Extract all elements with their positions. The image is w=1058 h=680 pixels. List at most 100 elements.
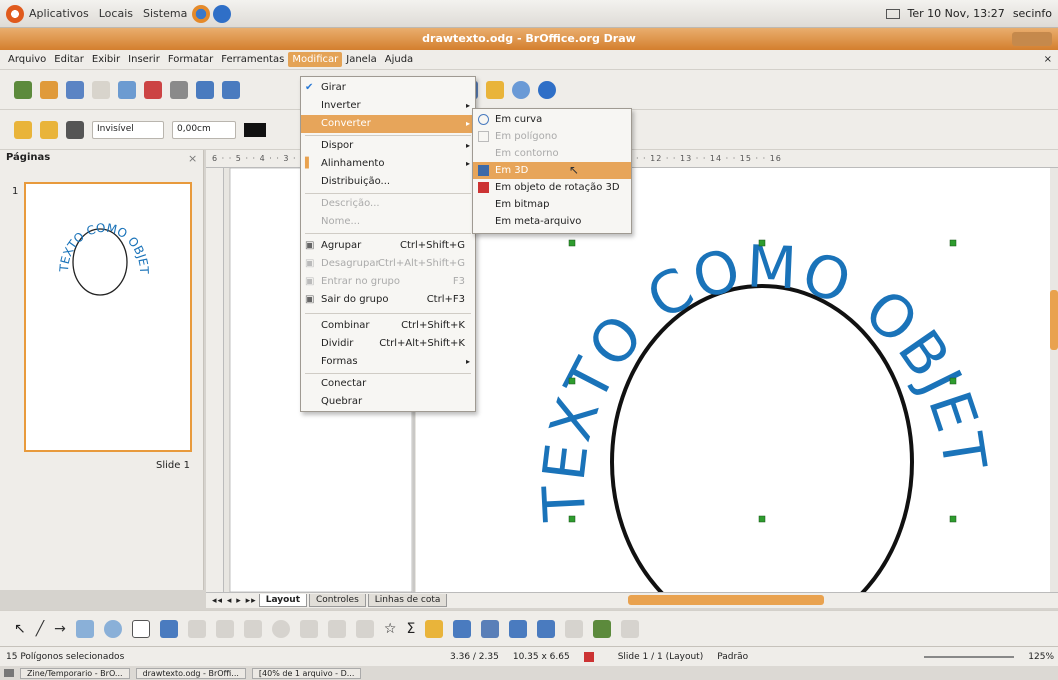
- user-menu[interactable]: secinfo: [1013, 7, 1052, 20]
- line-icon[interactable]: [40, 120, 58, 139]
- open-icon[interactable]: [40, 80, 58, 99]
- help-icon[interactable]: [538, 80, 556, 99]
- ellipse-icon[interactable]: [103, 619, 122, 638]
- horizontal-scroll-thumb[interactable]: [628, 595, 824, 605]
- window-titlebar[interactable]: drawtexto.odg - BrOffice.org Draw: [0, 28, 1058, 50]
- autospell-icon[interactable]: [222, 80, 240, 99]
- arrow-line-icon[interactable]: →: [54, 621, 66, 637]
- menu-inverter[interactable]: Inverter ▸: [301, 97, 475, 115]
- close-document-icon[interactable]: ×: [1044, 54, 1052, 65]
- menu-girar[interactable]: ✔ Girar: [301, 79, 475, 97]
- menu-agrupar[interactable]: ▣ Agrupar Ctrl+Shift+G: [301, 237, 475, 255]
- curve-icon[interactable]: [159, 619, 178, 638]
- menu-distribuicao[interactable]: Distribuição...: [301, 173, 475, 191]
- firefox-icon[interactable]: [192, 4, 211, 23]
- flowchart-icon[interactable]: [327, 619, 346, 638]
- line-style-select[interactable]: Invisível: [92, 120, 164, 139]
- slide-thumbnail[interactable]: TEXTO COMO OBJETO: [21, 173, 192, 452]
- show-desktop-icon[interactable]: [4, 669, 14, 677]
- gallery-icon[interactable]: [486, 80, 504, 99]
- save-icon[interactable]: [66, 80, 84, 99]
- lines-arrows-icon[interactable]: [215, 619, 234, 638]
- help-icon[interactable]: [213, 4, 232, 23]
- ubuntu-logo-icon[interactable]: [6, 4, 24, 23]
- zoom-icon[interactable]: [512, 80, 530, 99]
- vertical-ruler[interactable]: [206, 168, 224, 592]
- mail-icon[interactable]: [885, 8, 900, 19]
- tab-layout[interactable]: Layout: [258, 594, 307, 607]
- menu-modificar[interactable]: Modificar: [288, 52, 343, 67]
- email-icon[interactable]: [92, 80, 110, 99]
- text-tool-icon[interactable]: [131, 619, 150, 638]
- image-icon[interactable]: [481, 619, 500, 638]
- select-icon[interactable]: ↖: [14, 621, 26, 637]
- menu-arquivo[interactable]: Arquivo: [4, 52, 50, 67]
- menu-combinar[interactable]: Combinar Ctrl+Shift+K: [301, 317, 475, 335]
- arrow-style-icon[interactable]: [66, 120, 84, 139]
- tab-nav-arrows[interactable]: ◂◂ ◂ ▸ ▸▸: [212, 596, 257, 606]
- menu-em-poligono[interactable]: Em polígono: [473, 128, 631, 145]
- menu-alinhamento[interactable]: ▌ Alinhamento ▸: [301, 155, 475, 173]
- menu-descricao[interactable]: Descrição...: [301, 195, 475, 213]
- basic-shapes-icon[interactable]: [243, 619, 262, 638]
- menu-formatar[interactable]: Formatar: [164, 52, 217, 67]
- system-menu[interactable]: Sistema: [138, 7, 192, 20]
- 3d-objects-icon[interactable]: [509, 619, 528, 638]
- symbol-shapes-icon[interactable]: [271, 619, 290, 638]
- tab-linhas-de-cota[interactable]: Linhas de cota: [367, 594, 448, 607]
- menu-formas[interactable]: Formas ▸: [301, 353, 475, 371]
- stars-icon[interactable]: ☆: [384, 621, 397, 637]
- menu-em-curva[interactable]: Em curva: [473, 111, 631, 128]
- menu-converter[interactable]: Converter ▸: [301, 115, 475, 133]
- menu-entrar-no-grupo[interactable]: ▣ Entrar no grupo F3: [301, 273, 475, 291]
- arrange-icon[interactable]: [593, 619, 612, 638]
- menu-em-objeto-rotacao-3d[interactable]: Em objeto de rotação 3D: [473, 179, 631, 196]
- edit-file-icon[interactable]: [118, 80, 136, 99]
- line-tool-icon[interactable]: ╱: [36, 621, 44, 637]
- styles-icon[interactable]: [14, 120, 32, 139]
- line-color-swatch[interactable]: [244, 122, 266, 137]
- close-panel-icon[interactable]: ×: [188, 152, 197, 165]
- zoom-slider[interactable]: [924, 655, 1015, 658]
- applications-menu[interactable]: Aplicativos: [24, 7, 94, 20]
- menu-ferramentas[interactable]: Ferramentas: [217, 52, 288, 67]
- task-copy-progress[interactable]: [40% de 1 arquivo - D...: [251, 667, 362, 679]
- task-drawtexto[interactable]: drawtexto.odg - BrOffi...: [135, 667, 246, 679]
- rectangle-icon[interactable]: [75, 619, 94, 638]
- line-width-field[interactable]: 0,00cm: [172, 120, 236, 139]
- menu-conectar[interactable]: Conectar: [301, 375, 475, 393]
- align-icon[interactable]: [565, 619, 584, 638]
- menu-nome[interactable]: Nome...: [301, 213, 475, 231]
- points-icon[interactable]: Σ: [406, 621, 415, 637]
- menu-em-contorno[interactable]: Em contorno: [473, 145, 631, 162]
- vertical-scrollbar[interactable]: [1050, 168, 1058, 592]
- menu-exibir[interactable]: Exibir: [88, 52, 124, 67]
- menu-em-meta-arquivo[interactable]: Em meta-arquivo: [473, 213, 631, 230]
- block-arrows-icon[interactable]: [299, 619, 318, 638]
- glue-points-icon[interactable]: [425, 619, 444, 638]
- menu-janela[interactable]: Janela: [342, 52, 380, 67]
- menu-inserir[interactable]: Inserir: [124, 52, 164, 67]
- spellcheck-icon[interactable]: [196, 80, 214, 99]
- clock[interactable]: Ter 10 Nov, 13:27: [908, 7, 1005, 20]
- print-icon[interactable]: [170, 80, 188, 99]
- menu-desagrupar[interactable]: ▣ Desagrupar Ctrl+Alt+Shift+G: [301, 255, 475, 273]
- fontwork-icon[interactable]: [453, 619, 472, 638]
- menu-editar[interactable]: Editar: [50, 52, 88, 67]
- connector-icon[interactable]: [187, 619, 206, 638]
- menu-quebrar[interactable]: Quebrar: [301, 393, 475, 411]
- places-menu[interactable]: Locais: [94, 7, 138, 20]
- rotate-icon[interactable]: [537, 619, 556, 638]
- menu-sair-do-grupo[interactable]: ▣ Sair do grupo Ctrl+F3: [301, 291, 475, 309]
- menu-dispor[interactable]: Dispor ▸: [301, 137, 475, 155]
- export-pdf-icon[interactable]: [144, 80, 162, 99]
- task-zine[interactable]: Zine/Temporario - BrO...: [20, 667, 130, 679]
- extrusion-icon[interactable]: [621, 619, 640, 638]
- zoom-level[interactable]: 125%: [1028, 652, 1054, 662]
- vertical-scroll-thumb[interactable]: [1050, 290, 1058, 350]
- tab-controles[interactable]: Controles: [309, 594, 366, 607]
- new-icon[interactable]: [14, 80, 32, 99]
- menu-em-3d[interactable]: Em 3D ↖: [473, 162, 631, 179]
- menu-ajuda[interactable]: Ajuda: [381, 52, 417, 67]
- menu-dividir[interactable]: Dividir Ctrl+Alt+Shift+K: [301, 335, 475, 353]
